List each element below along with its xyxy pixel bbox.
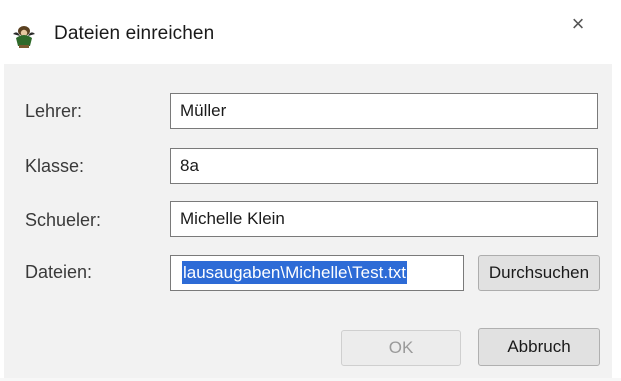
student-field[interactable]: Michelle Klein — [170, 201, 598, 237]
title-bar: Dateien einreichen × — [0, 0, 621, 64]
window-title: Dateien einreichen — [54, 23, 215, 44]
ok-button[interactable]: OK — [341, 330, 461, 366]
files-label: Dateien: — [25, 262, 93, 282]
files-field[interactable]: lausaugaben\Michelle\Test.txt — [170, 255, 464, 291]
class-label: Klasse: — [25, 156, 85, 176]
close-icon: × — [571, 11, 585, 36]
student-label: Schueler: — [25, 210, 102, 230]
cancel-button[interactable]: Abbruch — [478, 328, 600, 366]
browse-button-label: Durchsuchen — [488, 263, 590, 282]
class-field[interactable]: 8a — [170, 148, 598, 184]
files-value-selected: lausaugaben\Michelle\Test.txt — [182, 261, 408, 284]
browse-button[interactable]: Durchsuchen — [478, 255, 600, 291]
teacher-field[interactable]: Müller — [170, 93, 598, 129]
dialog-window: Dateien einreichen × Lehrer: Müller Klas… — [0, 0, 621, 381]
close-button[interactable]: × — [558, 10, 598, 38]
teacher-value: Müller — [180, 101, 227, 120]
student-value: Michelle Klein — [180, 209, 285, 228]
ok-button-label: OK — [388, 338, 414, 357]
teacher-label: Lehrer: — [25, 101, 83, 121]
cancel-button-label: Abbruch — [507, 337, 571, 356]
class-value: 8a — [180, 156, 199, 175]
fairy-wizard-icon — [10, 22, 38, 50]
